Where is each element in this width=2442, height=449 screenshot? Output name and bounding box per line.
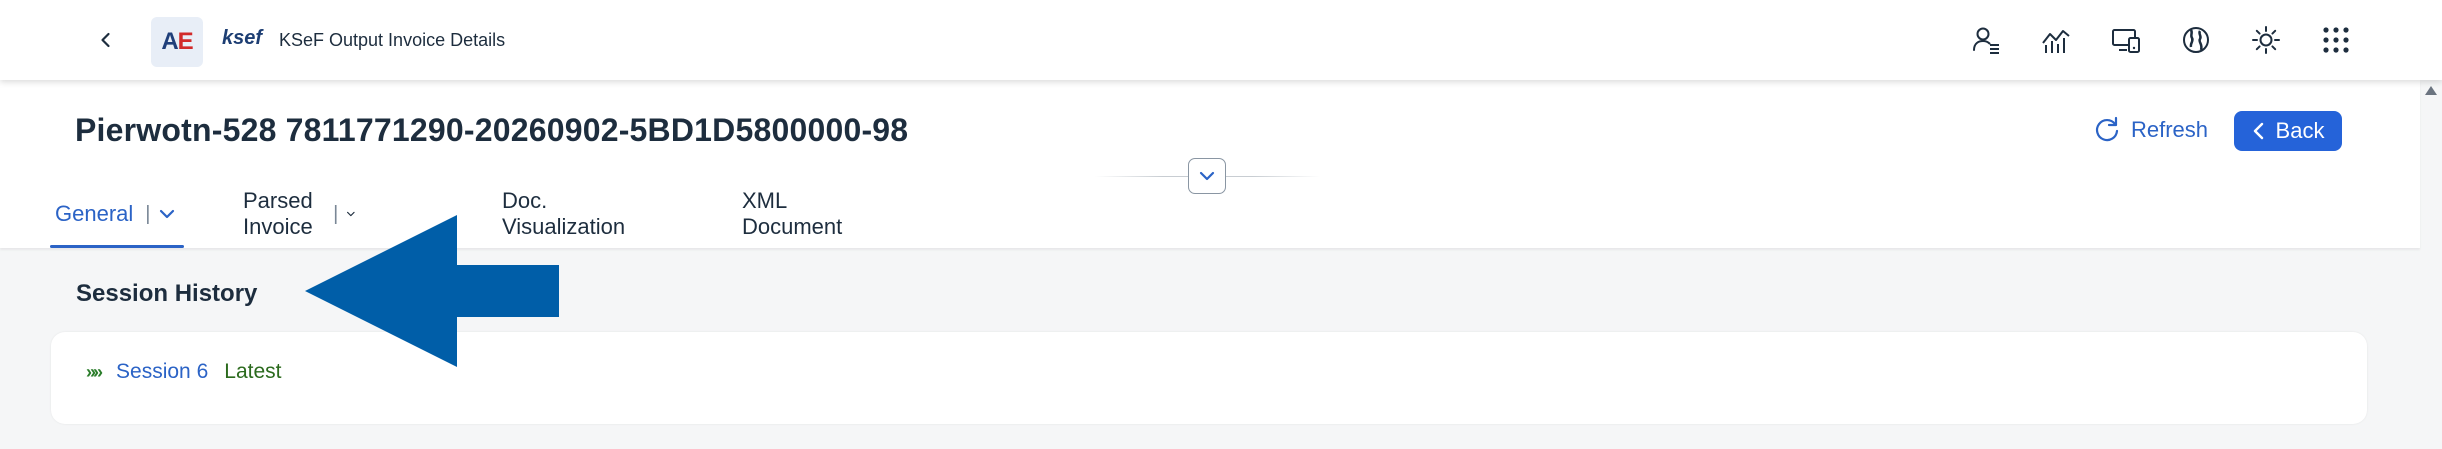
list-item: »» Session 6 Latest	[86, 360, 281, 384]
expand-icon[interactable]: »»	[86, 362, 103, 383]
analytics-button[interactable]	[2034, 18, 2078, 62]
tab-xml-document[interactable]: XML Document	[742, 180, 842, 248]
tab-label: General	[55, 201, 134, 226]
refresh-icon	[2095, 116, 2119, 142]
refresh-button[interactable]: Refresh	[2093, 110, 2208, 150]
user-menu-icon	[1973, 27, 1999, 54]
app-launcher-button[interactable]	[2314, 18, 2358, 62]
status-badge: Latest	[224, 360, 282, 383]
analytics-icon	[2042, 30, 2070, 53]
devices-button[interactable]	[2104, 18, 2148, 62]
app-title: KSeF Output Invoice Details	[279, 30, 506, 50]
user-menu-button[interactable]	[1964, 18, 2008, 62]
tab-general[interactable]: General |	[50, 180, 185, 248]
scrollbar[interactable]	[2420, 80, 2442, 449]
section-title: Session History	[76, 280, 258, 307]
chevron-down-icon	[1199, 171, 1215, 181]
chevron-left-icon	[2253, 122, 2263, 140]
page-title: Pierwotn-528 7811771290-20260902-5BD1D58…	[75, 112, 909, 148]
chevron-down-icon[interactable]	[158, 208, 176, 220]
globe-icon	[2183, 27, 2209, 53]
chevron-left-icon	[101, 32, 110, 48]
refresh-label: Refresh	[2131, 117, 2209, 142]
logo-letter-e: E	[177, 28, 194, 55]
app-name: ksef	[222, 27, 263, 49]
company-logo[interactable]: AE	[151, 17, 203, 67]
theme-button[interactable]	[2244, 18, 2288, 62]
nav-back-button[interactable]	[88, 22, 124, 58]
tab-label: XML Document	[742, 188, 843, 239]
back-button[interactable]: Back	[2234, 111, 2342, 151]
logo-letter-a: A	[161, 28, 178, 55]
tab-separator: |	[145, 202, 151, 225]
scroll-up-icon[interactable]	[2425, 86, 2437, 95]
back-label: Back	[2275, 118, 2325, 143]
tab-active-indicator	[50, 245, 185, 248]
devices-icon	[2112, 29, 2140, 53]
session-link[interactable]: Session 6	[116, 360, 208, 384]
app-launcher-icon	[2323, 27, 2349, 53]
annotation-arrow-icon	[305, 215, 559, 367]
language-button[interactable]	[2174, 18, 2218, 62]
collapse-header-button[interactable]	[1188, 158, 1226, 194]
shell-bar: AE ksef KSeF Output Invoice Details	[0, 0, 2442, 80]
theme-icon	[2252, 26, 2280, 54]
